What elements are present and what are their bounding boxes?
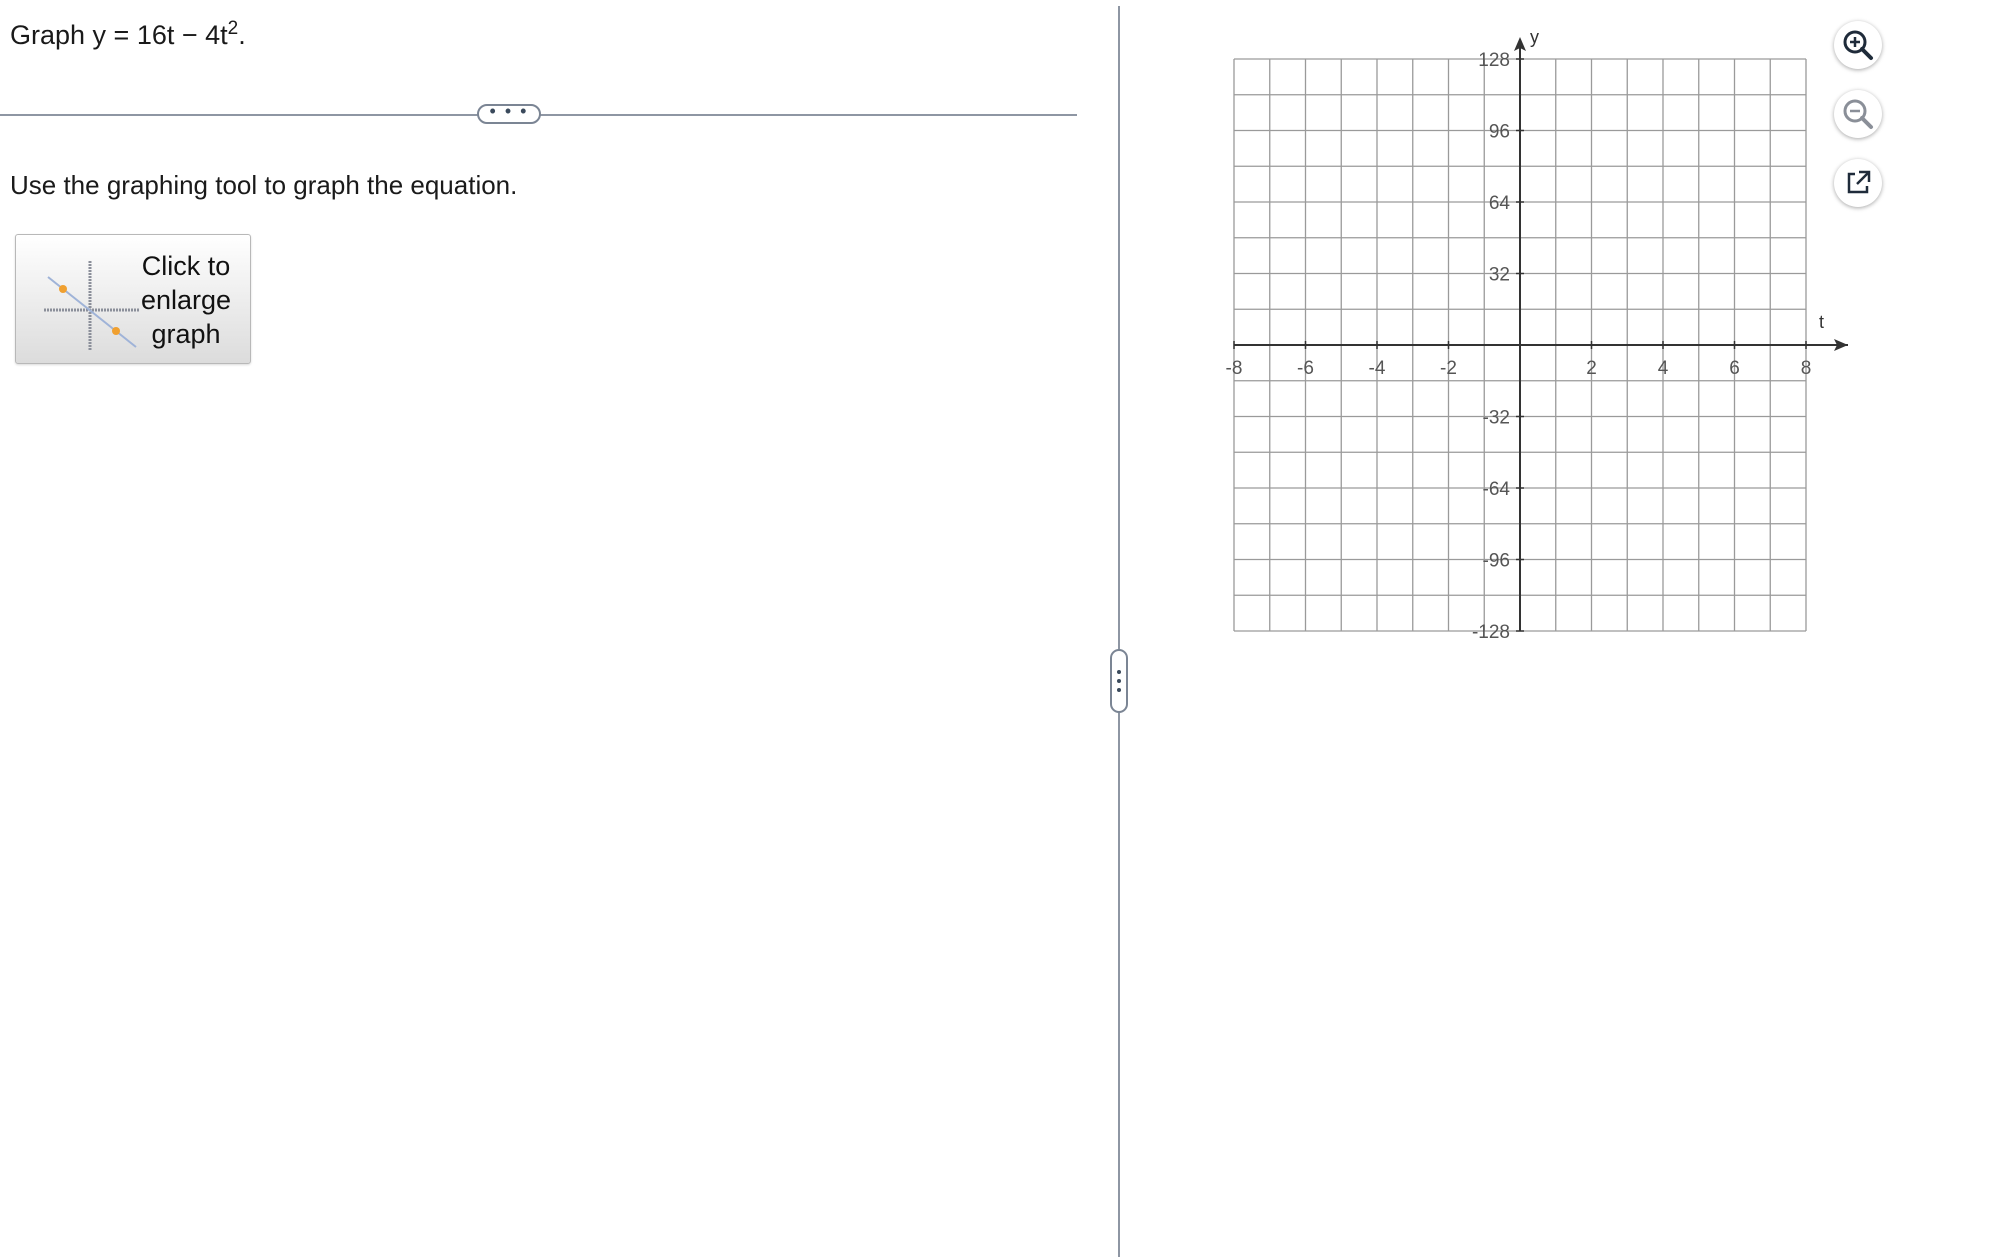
question-text: Graph y = 16t − 4t2. <box>10 18 246 50</box>
popout-button[interactable] <box>1834 159 1882 207</box>
x-tick-label: -4 <box>1369 358 1386 379</box>
enlarge-graph-button[interactable]: Click to enlarge graph <box>15 234 251 364</box>
graph-area[interactable]: t y -8 -6 -4 -2 2 4 6 8 128 96 64 32 -32 -64 -96 -128 <box>1190 20 1850 675</box>
zoom-in-icon <box>1843 30 1873 60</box>
x-tick-label: 2 <box>1586 358 1597 379</box>
y-tick-label: 64 <box>1489 193 1511 214</box>
zoom-out-icon <box>1843 99 1873 129</box>
external-link-icon <box>1847 170 1871 194</box>
zoom-out-button[interactable] <box>1834 90 1882 138</box>
expand-more-button[interactable]: • • • <box>477 102 541 124</box>
x-tick-label: -8 <box>1226 358 1243 379</box>
y-tick-label: 96 <box>1489 122 1510 143</box>
x-tick-label: -2 <box>1440 358 1457 379</box>
y-tick-label: -128 <box>1472 622 1510 643</box>
zoom-in-button[interactable] <box>1834 21 1882 69</box>
coordinate-grid[interactable]: t y -8 -6 -4 -2 2 4 6 8 128 96 64 32 -32 -64 -96 -128 <box>1190 20 1850 670</box>
y-tick-label: 128 <box>1478 50 1510 71</box>
x-tick-label: 8 <box>1801 358 1812 379</box>
x-tick-label: 6 <box>1729 358 1740 379</box>
y-tick-label: -32 <box>1483 408 1510 429</box>
y-tick-label: -64 <box>1483 479 1511 500</box>
x-axis-label: t <box>1819 312 1824 332</box>
question-pane: Graph y = 16t − 4t2. • • • Use the graph… <box>0 0 1118 1257</box>
x-tick-label: 4 <box>1658 358 1669 379</box>
x-tick-label: -6 <box>1297 358 1314 379</box>
instruction-text: Use the graphing tool to graph the equat… <box>10 170 518 200</box>
enlarge-graph-label: Click to enlarge graph <box>140 251 232 349</box>
pane-resize-handle[interactable] <box>1110 649 1128 713</box>
pane-splitter[interactable] <box>1118 6 1120 1257</box>
y-tick-label: -96 <box>1483 551 1510 572</box>
y-tick-label: 32 <box>1489 265 1510 286</box>
y-axis-label: y <box>1530 27 1539 47</box>
